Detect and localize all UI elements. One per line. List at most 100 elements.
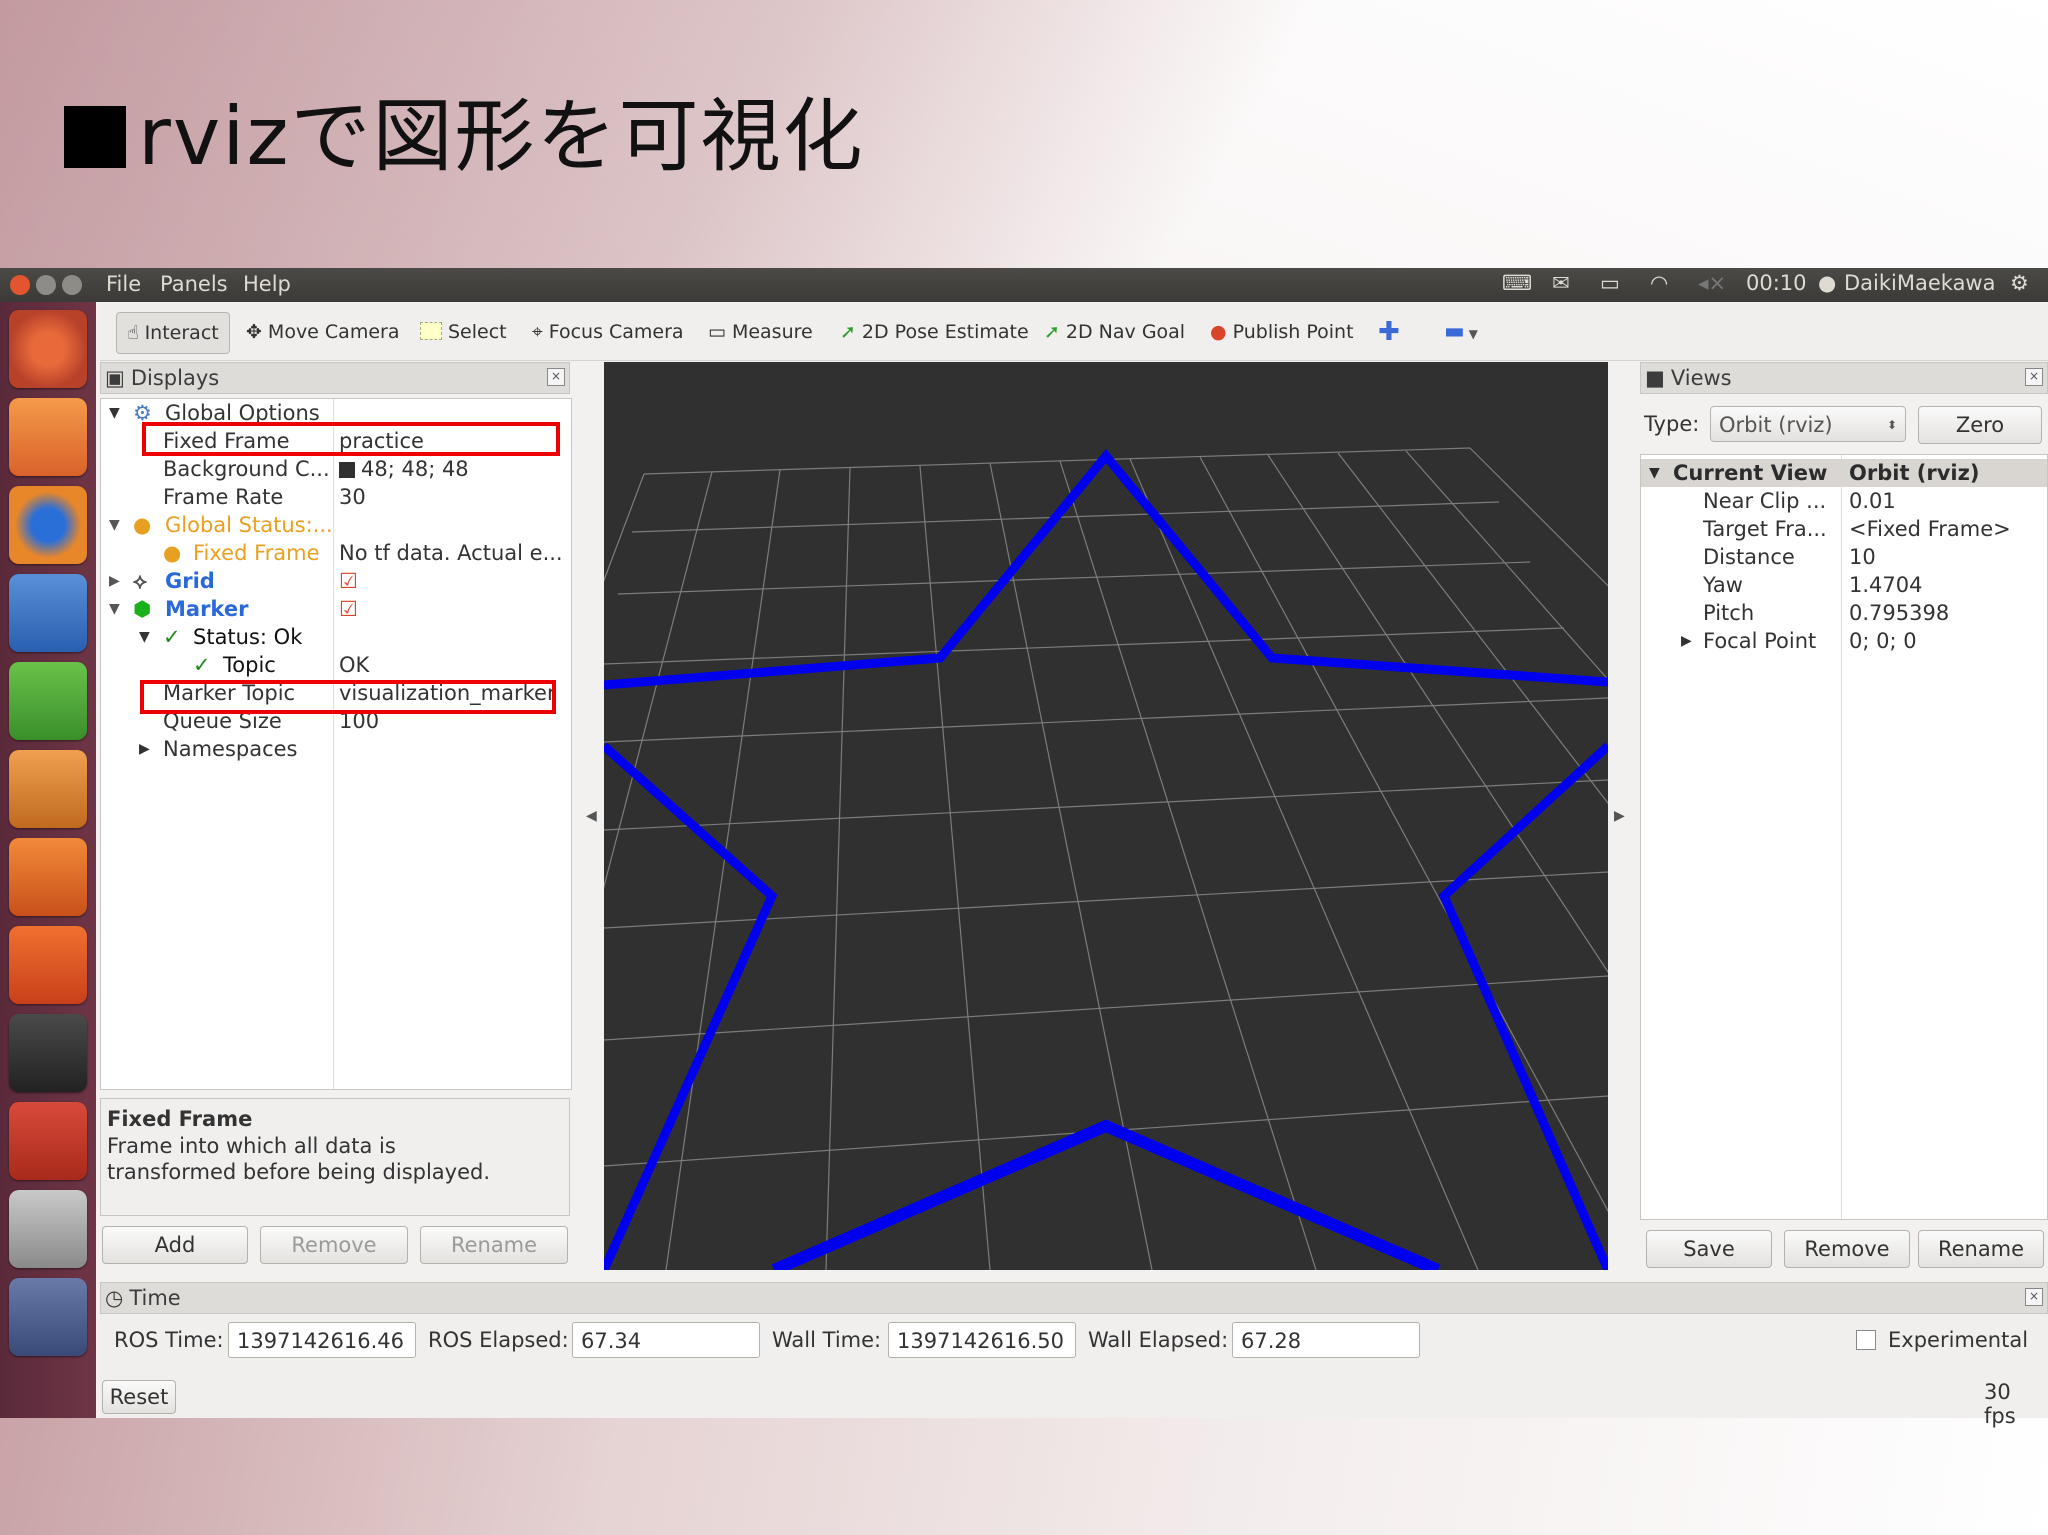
tree-row-topic-status[interactable]: ✓ Topic OK bbox=[101, 651, 571, 679]
expand-arrow-icon[interactable]: ▶ bbox=[139, 735, 150, 763]
add-display-button[interactable]: Add bbox=[102, 1226, 248, 1264]
expand-arrow-icon[interactable]: ▶ bbox=[109, 567, 120, 595]
grid-checkbox[interactable]: ☑ bbox=[339, 567, 569, 595]
minimize-window-button[interactable] bbox=[36, 275, 56, 295]
ros-elapsed-field[interactable]: 67.34 bbox=[572, 1322, 760, 1358]
rename-display-button[interactable]: Rename bbox=[420, 1226, 568, 1264]
wall-elapsed-field[interactable]: 67.28 bbox=[1232, 1322, 1420, 1358]
expand-arrow-icon[interactable]: ▼ bbox=[109, 595, 120, 623]
ros-time-field[interactable]: 1397142616.46 bbox=[228, 1322, 416, 1358]
files-icon[interactable] bbox=[9, 398, 87, 476]
view-row-pitch[interactable]: Pitch 0.795398 bbox=[1641, 599, 2047, 627]
maximize-window-button[interactable] bbox=[62, 275, 82, 295]
ubuntu-one-icon[interactable] bbox=[9, 926, 87, 1004]
collapse-left-arrow-icon[interactable]: ◀ bbox=[586, 808, 597, 824]
user-icon[interactable]: ● bbox=[1818, 271, 1836, 295]
settings-icon[interactable] bbox=[9, 1102, 87, 1180]
view-row-near-clip[interactable]: Near Clip ... 0.01 bbox=[1641, 487, 2047, 515]
expand-arrow-icon[interactable]: ▼ bbox=[139, 623, 150, 651]
publish-point-tool[interactable]: ● Publish Point bbox=[1210, 312, 1354, 352]
close-icon[interactable]: × bbox=[2025, 368, 2043, 386]
wall-time-field[interactable]: 1397142616.50 bbox=[888, 1322, 1076, 1358]
background-color-value-cell[interactable]: 48; 48; 48 bbox=[339, 455, 569, 483]
map-pin-icon: ● bbox=[1210, 321, 1227, 343]
ros-elapsed-label: ROS Elapsed: bbox=[428, 1328, 569, 1352]
collapse-right-arrow-icon[interactable]: ▶ bbox=[1614, 808, 1625, 824]
pitch-value[interactable]: 0.795398 bbox=[1849, 599, 1949, 627]
system-gear-icon[interactable]: ⚙ bbox=[2010, 271, 2029, 295]
yaw-value[interactable]: 1.4704 bbox=[1849, 571, 1922, 599]
experimental-checkbox[interactable] bbox=[1856, 1330, 1876, 1350]
expand-arrow-icon[interactable]: ▼ bbox=[1649, 459, 1660, 487]
render-viewport[interactable] bbox=[604, 362, 1608, 1270]
paint-icon[interactable] bbox=[9, 1190, 87, 1268]
tree-row-namespaces[interactable]: ▶ Namespaces bbox=[101, 735, 571, 763]
tree-row-status-fixed-frame[interactable]: ● Fixed Frame No tf data. Actual e... bbox=[101, 539, 571, 567]
reset-button[interactable]: Reset bbox=[102, 1380, 176, 1414]
zero-view-button[interactable]: Zero bbox=[1918, 406, 2042, 444]
tree-row-marker[interactable]: ▼ ⬢ Marker ☑ bbox=[101, 595, 571, 623]
wifi-icon[interactable]: ◠ bbox=[1650, 271, 1668, 295]
remove-display-button[interactable]: Remove bbox=[260, 1226, 408, 1264]
view-type-select[interactable]: Orbit (rviz) ⬍ bbox=[1710, 406, 1906, 442]
remove-view-button[interactable]: Remove bbox=[1784, 1230, 1910, 1268]
writer-icon[interactable] bbox=[9, 574, 87, 652]
distance-label: Distance bbox=[1703, 545, 1795, 569]
volume-muted-icon[interactable]: ◂× bbox=[1698, 271, 1726, 295]
time-panel: ◷ Time × ROS Time: 1397142616.46 ROS Elap… bbox=[100, 1282, 2048, 1428]
calc-icon[interactable] bbox=[9, 662, 87, 740]
software-center-icon[interactable] bbox=[9, 838, 87, 916]
marker-checkbox[interactable]: ☑ bbox=[339, 595, 569, 623]
firefox-icon[interactable] bbox=[9, 486, 87, 564]
distance-value[interactable]: 10 bbox=[1849, 543, 1876, 571]
focal-point-value[interactable]: 0; 0; 0 bbox=[1849, 627, 1917, 655]
move-camera-tool[interactable]: ✥ Move Camera bbox=[246, 312, 399, 352]
rviz-icon[interactable] bbox=[9, 1278, 87, 1356]
battery-icon[interactable]: ▭ bbox=[1600, 271, 1620, 295]
view-row-distance[interactable]: Distance 10 bbox=[1641, 543, 2047, 571]
tree-row-global-status[interactable]: ▼ ● Global Status:... bbox=[101, 511, 571, 539]
target-frame-value[interactable]: <Fixed Frame> bbox=[1849, 515, 2011, 543]
nav-goal-tool[interactable]: ➚ 2D Nav Goal bbox=[1044, 312, 1185, 352]
current-view-header[interactable]: ▼ Current View Orbit (rviz) bbox=[1641, 459, 2047, 487]
remove-tool-button[interactable]: ▬ ▼ bbox=[1444, 312, 1478, 352]
impress-icon[interactable] bbox=[9, 750, 87, 828]
close-window-button[interactable] bbox=[10, 275, 30, 295]
close-icon[interactable]: × bbox=[547, 368, 565, 386]
mail-icon[interactable]: ✉ bbox=[1552, 271, 1570, 295]
clock[interactable]: 00:10 bbox=[1746, 271, 1807, 295]
measure-tool[interactable]: ▭ Measure bbox=[708, 312, 813, 352]
displays-panel-header: ▣ Displays × bbox=[100, 362, 570, 394]
ubuntu-dash-icon[interactable] bbox=[9, 310, 87, 388]
tree-row-background-color[interactable]: Background C... 48; 48; 48 bbox=[101, 455, 571, 483]
focus-camera-tool[interactable]: ⌖ Focus Camera bbox=[532, 312, 684, 352]
menu-panels[interactable]: Panels bbox=[160, 272, 228, 296]
interact-tool[interactable]: ☝ Interact bbox=[116, 312, 230, 354]
minus-icon: ▬ bbox=[1444, 319, 1465, 344]
expand-arrow-icon[interactable]: ▼ bbox=[109, 511, 120, 539]
tree-row-frame-rate[interactable]: Frame Rate 30 bbox=[101, 483, 571, 511]
close-icon[interactable]: × bbox=[2025, 1288, 2043, 1306]
user-name[interactable]: DaikiMaekawa bbox=[1844, 271, 1995, 295]
view-row-yaw[interactable]: Yaw 1.4704 bbox=[1641, 571, 2047, 599]
frame-rate-value[interactable]: 30 bbox=[339, 483, 569, 511]
tree-row-status-ok[interactable]: ▼ ✓ Status: Ok bbox=[101, 623, 571, 651]
pose-estimate-tool[interactable]: ➚ 2D Pose Estimate bbox=[840, 312, 1029, 352]
expand-arrow-icon[interactable]: ▼ bbox=[109, 399, 120, 427]
menu-help[interactable]: Help bbox=[243, 272, 291, 296]
keyboard-icon[interactable]: ⌨ bbox=[1502, 271, 1532, 295]
add-tool-button[interactable]: ✚ bbox=[1378, 312, 1400, 352]
terminal-icon[interactable] bbox=[9, 1014, 87, 1092]
nav-goal-label: 2D Nav Goal bbox=[1065, 321, 1186, 343]
select-tool[interactable]: Select bbox=[420, 312, 507, 352]
near-clip-value[interactable]: 0.01 bbox=[1849, 487, 1896, 515]
views-title: Views bbox=[1670, 366, 1732, 390]
expand-arrow-icon[interactable]: ▶ bbox=[1681, 627, 1692, 655]
tree-row-grid[interactable]: ▶ ⟡ Grid ☑ bbox=[101, 567, 571, 595]
view-row-target-frame[interactable]: Target Fra... <Fixed Frame> bbox=[1641, 515, 2047, 543]
menu-file[interactable]: File bbox=[106, 272, 141, 296]
rename-view-button[interactable]: Rename bbox=[1918, 1230, 2044, 1268]
save-view-button[interactable]: Save bbox=[1646, 1230, 1772, 1268]
view-row-focal-point[interactable]: ▶ Focal Point 0; 0; 0 bbox=[1641, 627, 2047, 655]
top-panel: File Panels Help ⌨ ✉ ▭ ◠ ◂× 00:10 ● Daik… bbox=[0, 268, 2048, 302]
